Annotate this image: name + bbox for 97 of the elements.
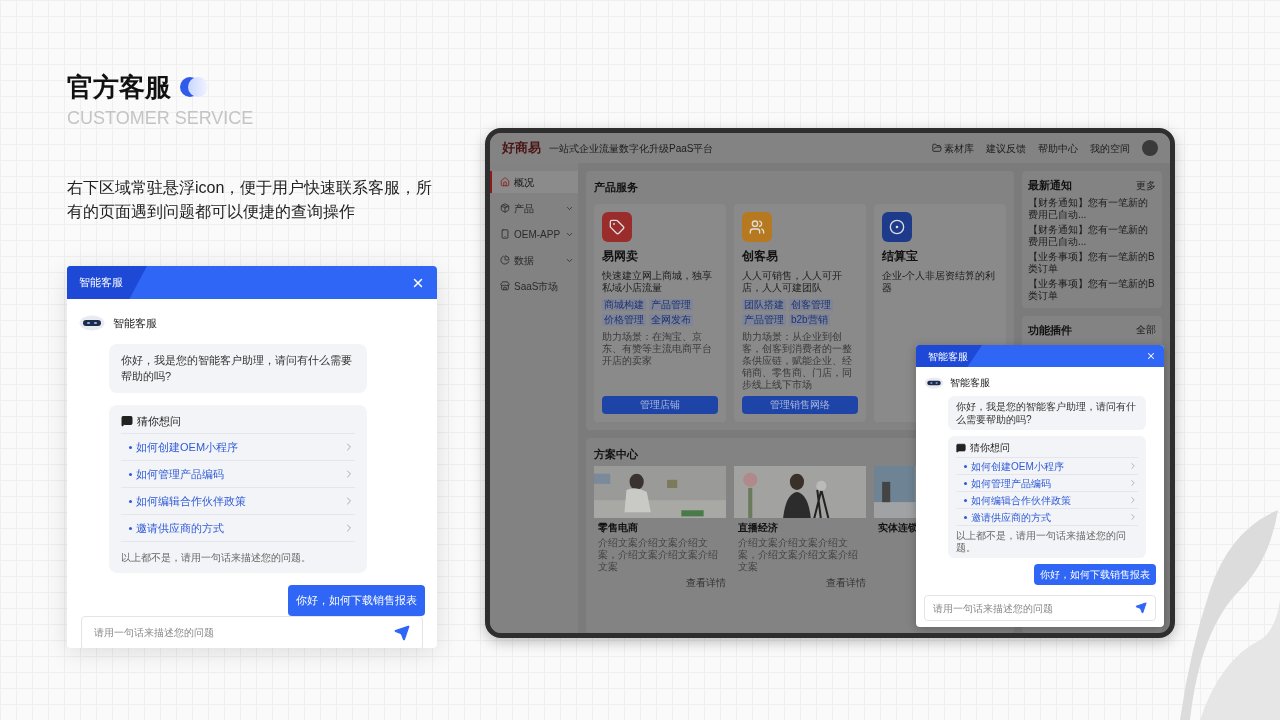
suggestion-text: 邀请供应商的方式 — [136, 520, 224, 536]
chart-icon — [500, 255, 510, 265]
sidebar-item[interactable]: 产品 — [490, 197, 578, 219]
suggestion-item[interactable]: 如何编辑合作伙伴政策 — [956, 491, 1138, 508]
product-description: 助力场景：在淘宝、京东、有赞等主流电商平台开店的卖家 — [602, 330, 713, 367]
bot-message: 你好，我是您的智能客户助理，请问有什么需要帮助的吗? — [948, 396, 1146, 430]
section-title: 方案中心 — [594, 446, 638, 462]
suggestion-item[interactable]: 如何管理产品编码 — [121, 460, 355, 487]
message-icon — [121, 414, 133, 427]
bot-name: 智能客服 — [950, 376, 990, 390]
store-icon — [500, 281, 510, 291]
sidebar-item[interactable]: OEM-APP — [490, 223, 578, 245]
suggestion-text: 如何管理产品编码 — [971, 476, 1051, 491]
bullet-icon — [964, 481, 967, 485]
input-placeholder: 请用一句话来描述您的问题 — [933, 601, 1053, 616]
solution-name: 零售电商 — [597, 521, 639, 535]
send-icon[interactable] — [394, 624, 410, 641]
message-input[interactable]: 请用一句话来描述您的问题 — [81, 615, 423, 648]
suggestion-item[interactable]: 如何管理产品编码 — [956, 474, 1138, 491]
suggestion-text: 如何编辑合作伙伴政策 — [971, 493, 1071, 508]
page-title: 官方客服 — [67, 71, 171, 104]
description-text: 右下区域常驻悬浮icon，便于用户快速联系客服，所有的页面遇到问题都可以便捷的查询操作 — [67, 178, 434, 222]
details-link[interactable]: 查看详情 — [826, 575, 866, 590]
feature-tag: 产品管理 — [649, 298, 693, 311]
header-link[interactable]: 建议反馈 — [986, 140, 1026, 156]
section-title: 产品服务 — [594, 180, 638, 195]
bullet-icon — [964, 464, 967, 468]
section-title: 功能插件 — [1028, 322, 1072, 338]
manage-button[interactable]: 管理销售网络 — [742, 395, 858, 414]
message-input[interactable]: 请用一句话来描述您的问题 — [924, 595, 1156, 621]
solution-name: 直播经济 — [737, 521, 779, 535]
close-icon[interactable] — [1146, 351, 1156, 361]
suggestion-item[interactable]: 邀请供应商的方式 — [121, 514, 355, 541]
product-name: 创客易 — [742, 247, 779, 265]
bot-name: 智能客服 — [113, 316, 157, 331]
circles-icon — [179, 76, 209, 98]
chat-title: 智能客服 — [916, 345, 982, 367]
suggestion-text: 如何管理产品编码 — [136, 466, 224, 482]
suggestion-item[interactable]: 如何编辑合作伙伴政策 — [121, 487, 355, 514]
header-link[interactable]: 帮助中心 — [1038, 140, 1078, 156]
section-title: 最新通知 — [1028, 178, 1072, 193]
product-tagline: 企业-个人非居资结算的利器 — [882, 269, 997, 294]
all-link[interactable]: 全部 — [1136, 322, 1156, 338]
suggestion-text: 如何创建OEM小程序 — [136, 439, 239, 455]
feature-tag: b2b营销 — [789, 313, 830, 326]
feature-tag: 全网发布 — [649, 313, 693, 326]
sidebar-item[interactable]: 数据 — [490, 249, 578, 271]
logo: 好商易 — [502, 139, 541, 158]
folder-icon — [932, 143, 942, 153]
message-icon — [956, 442, 966, 453]
input-placeholder: 请用一句话来描述您的问题 — [94, 626, 214, 640]
feature-tag: 商城构建 — [602, 298, 646, 311]
product-name: 易网卖 — [602, 247, 639, 265]
robot-icon — [79, 315, 105, 332]
bullet-icon — [129, 472, 132, 476]
user-message: 你好，如何下载销售报表 — [288, 585, 425, 616]
sidebar-item[interactable]: SaaS市场 — [490, 275, 578, 297]
suggestion-item[interactable]: 如何创建OEM小程序 — [956, 457, 1138, 474]
hint-text: 以上都不是，请用一句话来描述您的问题。 — [121, 541, 355, 565]
details-link[interactable]: 查看详情 — [686, 575, 726, 590]
suggestion-text: 如何创建OEM小程序 — [971, 459, 1064, 474]
header-link[interactable]: 我的空间 — [1090, 140, 1130, 156]
product-tagline: 快速建立网上商城，独享私域小店流量 — [602, 269, 713, 294]
avatar-icon[interactable] — [1142, 140, 1158, 156]
robot-icon — [924, 376, 944, 389]
bullet-icon — [129, 445, 132, 449]
suggestion-text: 如何编辑合作伙伴政策 — [136, 493, 246, 509]
coin-icon — [889, 218, 905, 235]
feature-tag: 产品管理 — [742, 313, 786, 326]
more-link[interactable]: 更多 — [1136, 177, 1156, 193]
chat-title: 智能客服 — [67, 266, 147, 299]
feature-tag: 创客管理 — [789, 298, 833, 311]
suggest-title: 猜你想问 — [137, 413, 181, 429]
user-message: 你好，如何下载销售报表 — [1034, 564, 1156, 585]
bullet-icon — [964, 515, 967, 519]
send-icon[interactable] — [1135, 602, 1147, 614]
product-tagline: 人人可销售，人人可开店，人人可建团队 — [742, 269, 843, 294]
bot-message: 你好，我是您的智能客户助理，请问有什么需要帮助的吗? — [109, 343, 367, 393]
product-name: 结算宝 — [882, 247, 919, 265]
suggest-title: 猜你想问 — [970, 441, 1010, 455]
feature-tag: 团队搭建 — [742, 298, 786, 311]
bullet-icon — [964, 498, 967, 502]
bullet-icon — [129, 526, 132, 530]
suggestion-item[interactable]: 如何创建OEM小程序 — [121, 433, 355, 460]
header-link[interactable]: 素材库 — [932, 140, 974, 156]
people-icon — [749, 218, 765, 235]
hint-text: 以上都不是，请用一句话来描述您的问题。 — [956, 525, 1138, 554]
box-icon — [500, 203, 510, 213]
tag-icon — [609, 218, 625, 235]
feature-tag: 价格管理 — [602, 313, 646, 326]
manage-button[interactable]: 管理店铺 — [602, 395, 718, 414]
suggestion-text: 邀请供应商的方式 — [971, 510, 1051, 525]
bullet-icon — [129, 499, 132, 503]
sidebar-item[interactable]: 概况 — [490, 171, 578, 193]
home-icon — [500, 177, 510, 187]
suggestion-item[interactable]: 邀请供应商的方式 — [956, 508, 1138, 525]
phone-icon — [500, 229, 510, 239]
